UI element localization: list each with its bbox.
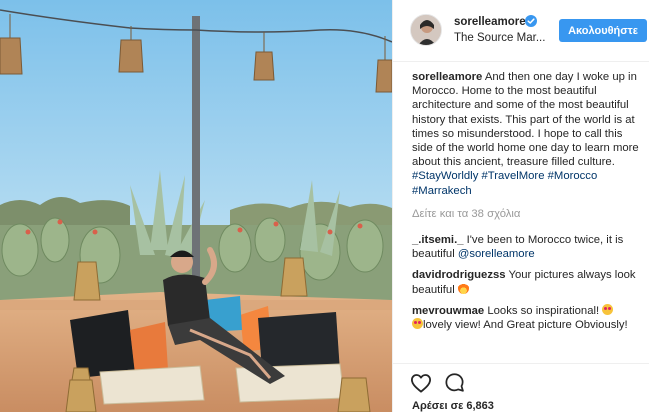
hashtag-travelmore[interactable]: #TravelMore <box>481 170 544 182</box>
comment-username-link[interactable]: davidrodriguezss <box>412 269 506 281</box>
comment-item: davidrodriguezss Your pictures always lo… <box>412 268 640 296</box>
heart-icon[interactable] <box>410 373 432 393</box>
comment-username-link[interactable]: mevrouwmae <box>412 305 484 317</box>
caption-username-link[interactable]: sorelleamore <box>412 71 482 83</box>
photo-scene <box>0 0 392 412</box>
comment-text-continued: lovely view! And Great picture Obviously… <box>423 319 628 332</box>
comment-text: Looks so inspirational! <box>487 304 600 317</box>
comment-mention-link[interactable]: @sorelleamore <box>458 248 535 260</box>
post-side-panel: sorelleamore The Source Mar... Ακολουθήσ… <box>392 0 649 412</box>
header-username-link[interactable]: sorelleamore <box>454 16 526 28</box>
heart-eyes-emoji-icon <box>602 303 614 315</box>
avatar[interactable] <box>410 14 442 46</box>
avatar-image <box>411 15 441 45</box>
comment-icon[interactable] <box>444 372 465 393</box>
comment-username-link[interactable]: _.itsemi._ <box>412 234 464 246</box>
post-header: sorelleamore The Source Mar... Ακολουθήσ… <box>393 0 649 62</box>
hashtag-morocco[interactable]: #Morocco <box>548 170 598 182</box>
comment-item: _.itsemi._ I've been to Morocco twice, i… <box>412 233 640 261</box>
likes-count[interactable]: Αρέσει σε 6,863 <box>412 400 494 412</box>
comment-item: mevrouwmae Looks so inspirational! lovel… <box>412 303 640 332</box>
hashtag-stayworldly[interactable]: #StayWorldly <box>412 170 478 182</box>
caption: sorelleamore And then one day I woke up … <box>412 70 640 198</box>
follow-button[interactable]: Ακολουθήστε <box>559 19 647 42</box>
comments-section: sorelleamore And then one day I woke up … <box>412 70 640 339</box>
caption-text: And then one day I woke up in Morocco. H… <box>412 71 639 169</box>
view-all-comments-link[interactable]: Δείτε και τα 38 σχόλια <box>412 207 640 221</box>
post-photo[interactable] <box>0 0 392 412</box>
verified-badge-icon <box>525 15 537 27</box>
location-link[interactable]: The Source Mar... <box>454 32 546 44</box>
fire-emoji-icon <box>457 282 469 294</box>
post-actions: Αρέσει σε 6,863 <box>393 363 649 412</box>
hashtag-marrakech[interactable]: #Marrakech <box>412 185 472 197</box>
heart-eyes-emoji-icon <box>412 318 423 330</box>
